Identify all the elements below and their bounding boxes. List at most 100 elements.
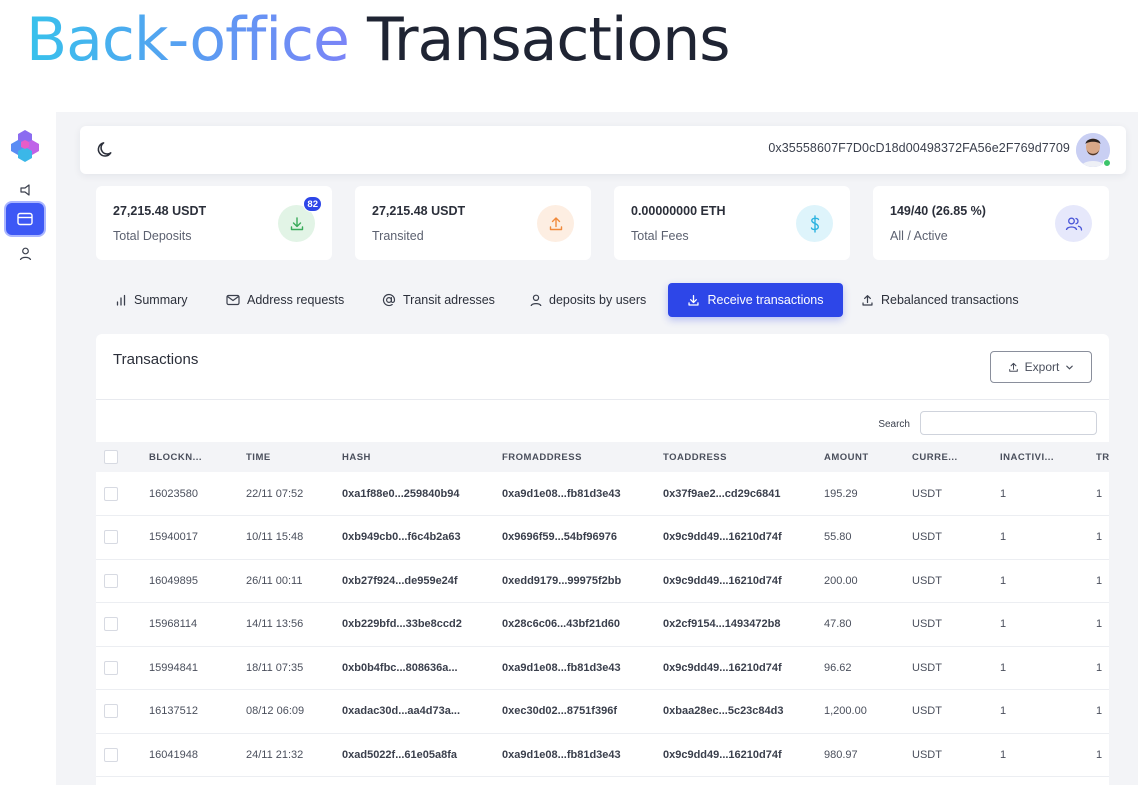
row-checkbox[interactable]: [104, 704, 118, 719]
select-all-checkbox[interactable]: [104, 450, 118, 464]
app-window: 0x35558607F7D0cD18d00498372FA56e2F769d77…: [0, 112, 1138, 785]
tab-receive-transactions[interactable]: Receive transactions: [668, 283, 843, 317]
wallet-address: 0x35558607F7D0cD18d00498372FA56e2F769d77…: [768, 141, 1070, 155]
table-cell: 0x9c9dd49...16210d74f: [663, 531, 782, 544]
table-cell: 195.29: [824, 487, 858, 500]
column-header[interactable]: BLOCKN...: [149, 442, 246, 472]
table-cell: 16137512: [149, 705, 198, 718]
table-cell: 0xadac30d...aa4d73a...: [342, 705, 461, 718]
tab-label: Rebalanced transactions: [881, 293, 1019, 307]
table-cell: 0xa9d1e08...fb81d3e43: [502, 487, 621, 500]
sidebar: [0, 112, 56, 785]
tab-label: deposits by users: [549, 293, 647, 307]
table-cell: USDT: [912, 661, 942, 674]
tab-address-requests[interactable]: Address requests: [214, 283, 356, 317]
transactions-table: BLOCKN... TIME HASH FROMADDRESS TOADDRES…: [96, 442, 1109, 777]
bar-chart-icon: [116, 294, 126, 306]
table-cell: 0x28c6c06...43bf21d60: [502, 618, 621, 631]
table-cell: 1: [1000, 705, 1007, 718]
dollar-icon: [796, 205, 833, 242]
table-row[interactable]: 15940017 10/11 15:48 0xb949cb0...f6c4b2a63…: [96, 516, 1109, 559]
user-icon: [19, 247, 31, 261]
table-cell: 0xa9d1e08...fb81d3e43: [502, 661, 621, 674]
table-row[interactable]: 16137512 08/12 06:09 0xadac30d...aa4d73a..…: [96, 690, 1109, 733]
table-cell: 96.62: [824, 661, 852, 674]
table-cell: 0xb0b4fbc...808636a...: [342, 661, 458, 674]
user-icon: [530, 294, 542, 306]
table-cell: 0x37f9ae2...cd29c6841: [663, 487, 781, 500]
table-cell: 1: [1096, 574, 1103, 587]
row-checkbox[interactable]: [104, 530, 118, 545]
table-cell: 0xedd9179...99975f2bb: [502, 574, 622, 587]
column-header[interactable]: HASH: [342, 442, 502, 472]
row-checkbox[interactable]: [104, 486, 118, 501]
upload-icon: [862, 294, 873, 306]
column-header[interactable]: TR: [1096, 442, 1109, 472]
nav-transactions[interactable]: [6, 203, 44, 235]
table-cell: 0xa1f88e0...259840b94: [342, 487, 460, 500]
download-icon: [688, 294, 700, 306]
tab-summary[interactable]: Summary: [103, 283, 199, 317]
row-checkbox[interactable]: [104, 747, 118, 762]
tab-transit-addresses[interactable]: Transit adresses: [370, 283, 507, 317]
top-bar: 0x35558607F7D0cD18d00498372FA56e2F769d77…: [80, 126, 1126, 174]
table-cell: 1: [1000, 748, 1007, 761]
nav-announcements[interactable]: [6, 174, 44, 206]
card-title: Transactions: [113, 351, 199, 368]
column-header[interactable]: FROMADDRESS: [502, 442, 663, 472]
stat-label: All / Active: [890, 229, 948, 243]
nav-users[interactable]: [6, 238, 44, 270]
stat-value: 27,215.48 USDT: [372, 204, 466, 218]
table-cell: 1: [1096, 487, 1103, 500]
table-cell: 10/11 15:48: [246, 531, 304, 544]
table-cell: 15968114: [149, 618, 198, 631]
table-cell: 16023580: [149, 487, 198, 500]
table-cell: 0xb27f924...de959e24f: [342, 574, 458, 587]
table-cell: 1: [1096, 531, 1103, 544]
search-input[interactable]: [920, 411, 1097, 435]
table-row[interactable]: 16023580 22/11 07:52 0xa1f88e0...259840b94…: [96, 472, 1109, 516]
page-headline: Back-office Transactions: [26, 2, 731, 78]
row-checkbox[interactable]: [104, 617, 118, 632]
column-header[interactable]: AMOUNT: [824, 442, 912, 472]
headline-rest: Transactions: [367, 5, 731, 75]
column-header[interactable]: CURRE...: [912, 442, 1000, 472]
moon-icon[interactable]: [96, 140, 115, 159]
table-cell: 1: [1096, 748, 1103, 761]
row-checkbox[interactable]: [104, 660, 118, 675]
table-cell: USDT: [912, 705, 942, 718]
export-button[interactable]: Export: [990, 351, 1092, 383]
table-row[interactable]: 16049895 26/11 00:11 0xb27f924...de959e24f…: [96, 559, 1109, 603]
column-header[interactable]: INACTIVI...: [1000, 442, 1096, 472]
table-row[interactable]: 15968114 14/11 13:56 0xb229bfd...33be8ccd2…: [96, 603, 1109, 646]
users-icon: [1055, 205, 1092, 242]
row-checkbox[interactable]: [104, 573, 118, 588]
column-header[interactable]: TOADDRESS: [663, 442, 824, 472]
table-cell: 1: [1096, 661, 1103, 674]
tab-rebalanced-transactions[interactable]: Rebalanced transactions: [849, 283, 1031, 317]
mail-icon: [226, 294, 240, 306]
table-row[interactable]: 15994841 18/11 07:35 0xb0b4fbc...808636a..…: [96, 646, 1109, 690]
table-cell: 15994841: [149, 661, 198, 674]
table-cell: 0xb949cb0...f6c4b2a63: [342, 531, 461, 544]
table-cell: 16049895: [149, 574, 198, 587]
tab-label: Receive transactions: [707, 293, 824, 307]
table-cell: 1: [1000, 487, 1007, 500]
stat-label: Total Fees: [631, 229, 689, 243]
search-label: Search: [878, 419, 910, 430]
table-cell: 0xb229bfd...33be8ccd2: [342, 618, 462, 631]
logo-icon: [11, 130, 39, 162]
table-cell: 14/11 13:56: [246, 618, 304, 631]
upload-icon: [537, 205, 574, 242]
stat-label: Transited: [372, 229, 424, 243]
table-cell: 0xec30d02...8751f396f: [502, 705, 617, 718]
column-header[interactable]: TIME: [246, 442, 342, 472]
table-cell: 1: [1096, 705, 1103, 718]
table-cell: 1: [1000, 661, 1007, 674]
online-status-dot: [1103, 159, 1111, 167]
table-cell: USDT: [912, 487, 942, 500]
table-cell: 200.00: [824, 574, 858, 587]
tab-deposits-by-users[interactable]: deposits by users: [518, 283, 658, 317]
table-row[interactable]: 16041948 24/11 21:32 0xad5022f...61e05a8fa…: [96, 733, 1109, 777]
card-icon: [17, 212, 33, 226]
